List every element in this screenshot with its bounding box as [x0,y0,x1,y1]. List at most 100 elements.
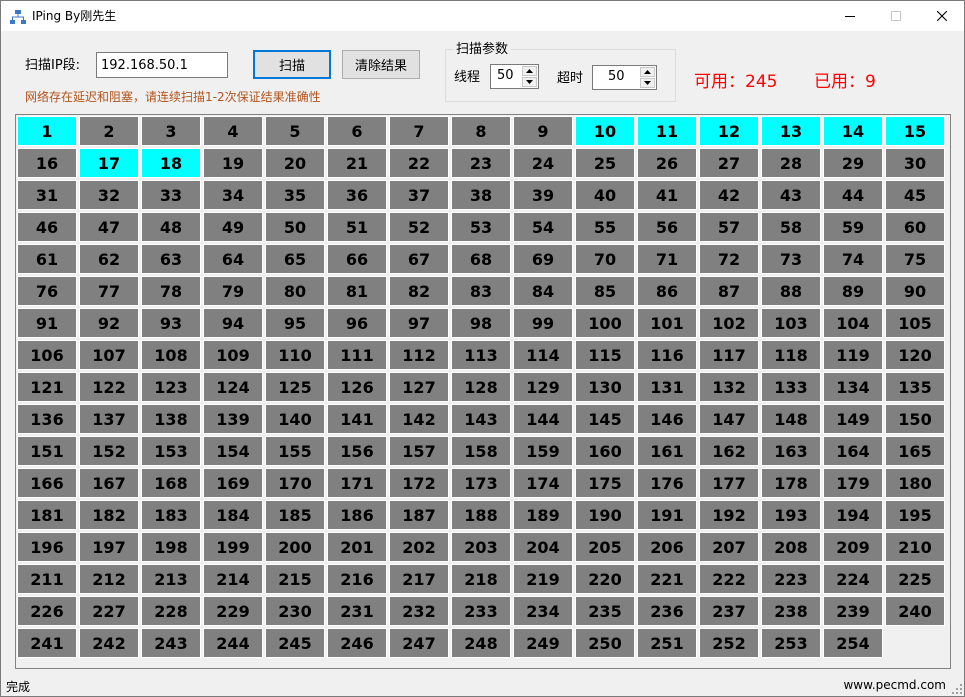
ip-cell-93[interactable]: 93 [141,308,201,338]
ip-cell-205[interactable]: 205 [575,532,635,562]
ip-cell-126[interactable]: 126 [327,372,387,402]
ip-cell-231[interactable]: 231 [327,596,387,626]
ip-cell-127[interactable]: 127 [389,372,449,402]
ip-cell-163[interactable]: 163 [761,436,821,466]
ip-cell-11[interactable]: 11 [637,116,697,146]
ip-cell-226[interactable]: 226 [17,596,77,626]
ip-cell-238[interactable]: 238 [761,596,821,626]
ip-cell-161[interactable]: 161 [637,436,697,466]
ip-cell-132[interactable]: 132 [699,372,759,402]
ip-cell-24[interactable]: 24 [513,148,573,178]
ip-cell-135[interactable]: 135 [885,372,945,402]
ip-cell-90[interactable]: 90 [885,276,945,306]
ip-cell-197[interactable]: 197 [79,532,139,562]
threads-up-button[interactable] [522,66,537,76]
ip-cell-189[interactable]: 189 [513,500,573,530]
ip-cell-88[interactable]: 88 [761,276,821,306]
ip-cell-149[interactable]: 149 [823,404,883,434]
ip-cell-47[interactable]: 47 [79,212,139,242]
ip-cell-240[interactable]: 240 [885,596,945,626]
ip-cell-62[interactable]: 62 [79,244,139,274]
ip-cell-237[interactable]: 237 [699,596,759,626]
ip-cell-29[interactable]: 29 [823,148,883,178]
ip-cell-42[interactable]: 42 [699,180,759,210]
ip-cell-119[interactable]: 119 [823,340,883,370]
ip-cell-13[interactable]: 13 [761,116,821,146]
ip-cell-41[interactable]: 41 [637,180,697,210]
timeout-down-button[interactable] [640,78,655,88]
ip-cell-30[interactable]: 30 [885,148,945,178]
ip-cell-253[interactable]: 253 [761,628,821,658]
ip-cell-222[interactable]: 222 [699,564,759,594]
ip-cell-16[interactable]: 16 [17,148,77,178]
ip-cell-26[interactable]: 26 [637,148,697,178]
ip-cell-187[interactable]: 187 [389,500,449,530]
ip-cell-72[interactable]: 72 [699,244,759,274]
ip-cell-10[interactable]: 10 [575,116,635,146]
ip-cell-247[interactable]: 247 [389,628,449,658]
ip-cell-85[interactable]: 85 [575,276,635,306]
ip-cell-167[interactable]: 167 [79,468,139,498]
ip-cell-8[interactable]: 8 [451,116,511,146]
ip-cell-67[interactable]: 67 [389,244,449,274]
ip-cell-49[interactable]: 49 [203,212,263,242]
ip-cell-191[interactable]: 191 [637,500,697,530]
ip-cell-98[interactable]: 98 [451,308,511,338]
ip-cell-78[interactable]: 78 [141,276,201,306]
title-bar[interactable]: IPing By刚先生 [1,1,964,31]
ip-cell-114[interactable]: 114 [513,340,573,370]
ip-cell-86[interactable]: 86 [637,276,697,306]
ip-cell-216[interactable]: 216 [327,564,387,594]
ip-cell-57[interactable]: 57 [699,212,759,242]
ip-cell-196[interactable]: 196 [17,532,77,562]
ip-cell-91[interactable]: 91 [17,308,77,338]
ip-cell-121[interactable]: 121 [17,372,77,402]
ip-cell-243[interactable]: 243 [141,628,201,658]
ip-cell-87[interactable]: 87 [699,276,759,306]
ip-cell-94[interactable]: 94 [203,308,263,338]
ip-cell-54[interactable]: 54 [513,212,573,242]
ip-cell-69[interactable]: 69 [513,244,573,274]
ip-cell-76[interactable]: 76 [17,276,77,306]
ip-cell-140[interactable]: 140 [265,404,325,434]
ip-cell-159[interactable]: 159 [513,436,573,466]
ip-cell-7[interactable]: 7 [389,116,449,146]
ip-cell-168[interactable]: 168 [141,468,201,498]
minimize-button[interactable] [827,1,873,31]
ip-cell-229[interactable]: 229 [203,596,263,626]
ip-cell-99[interactable]: 99 [513,308,573,338]
ip-cell-9[interactable]: 9 [513,116,573,146]
close-button[interactable] [919,1,965,31]
ip-cell-110[interactable]: 110 [265,340,325,370]
ip-cell-116[interactable]: 116 [637,340,697,370]
ip-cell-142[interactable]: 142 [389,404,449,434]
ip-cell-235[interactable]: 235 [575,596,635,626]
ip-cell-1[interactable]: 1 [17,116,77,146]
ip-cell-73[interactable]: 73 [761,244,821,274]
ip-range-input[interactable] [96,52,228,78]
ip-cell-79[interactable]: 79 [203,276,263,306]
ip-cell-174[interactable]: 174 [513,468,573,498]
ip-cell-180[interactable]: 180 [885,468,945,498]
ip-cell-228[interactable]: 228 [141,596,201,626]
ip-cell-139[interactable]: 139 [203,404,263,434]
ip-cell-208[interactable]: 208 [761,532,821,562]
ip-cell-144[interactable]: 144 [513,404,573,434]
ip-cell-232[interactable]: 232 [389,596,449,626]
ip-cell-106[interactable]: 106 [17,340,77,370]
ip-cell-252[interactable]: 252 [699,628,759,658]
ip-cell-15[interactable]: 15 [885,116,945,146]
status-website[interactable]: www.pecmd.com [843,678,946,692]
ip-cell-58[interactable]: 58 [761,212,821,242]
ip-cell-37[interactable]: 37 [389,180,449,210]
ip-cell-107[interactable]: 107 [79,340,139,370]
ip-cell-227[interactable]: 227 [79,596,139,626]
ip-cell-195[interactable]: 195 [885,500,945,530]
ip-cell-242[interactable]: 242 [79,628,139,658]
ip-cell-80[interactable]: 80 [265,276,325,306]
ip-cell-84[interactable]: 84 [513,276,573,306]
ip-cell-143[interactable]: 143 [451,404,511,434]
ip-cell-217[interactable]: 217 [389,564,449,594]
ip-cell-241[interactable]: 241 [17,628,77,658]
ip-cell-175[interactable]: 175 [575,468,635,498]
